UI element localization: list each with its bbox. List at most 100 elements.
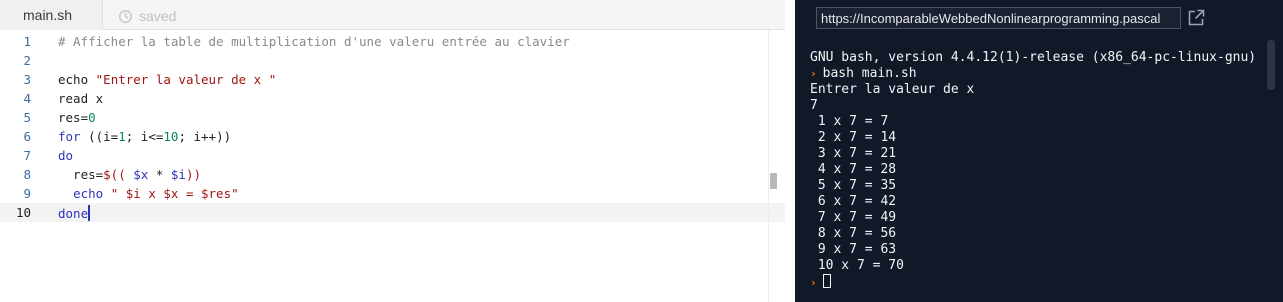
code-token: ((i= xyxy=(80,129,119,144)
terminal-text: bash main.sh xyxy=(822,66,917,81)
terminal-output-line: 10 x 7 = 70 xyxy=(810,258,1278,274)
code-line[interactable]: 1 # Afficher la table de multiplication d… xyxy=(0,32,785,51)
code-token: ; i<= xyxy=(125,129,164,144)
line-number: 2 xyxy=(23,53,31,68)
saved-status: saved xyxy=(118,7,176,25)
code-text[interactable]: echo "Entrer la valeur de x " xyxy=(58,72,276,87)
terminal-output[interactable]: GNU bash, version 4.4.12(1)-release (x86… xyxy=(810,50,1278,290)
code-editor[interactable]: 1 # Afficher la table de multiplication d… xyxy=(0,30,785,302)
code-token: do xyxy=(58,148,74,163)
code-token: 10 xyxy=(163,129,179,144)
editor-pane: main.sh saved 1 # Afficher la table de mu… xyxy=(0,0,785,302)
code-text[interactable]: done xyxy=(58,205,91,221)
code-line[interactable]: 10 done xyxy=(0,203,785,222)
terminal-text: Entrer la valeur de x xyxy=(810,82,975,97)
terminal-output-line: 8 x 7 = 56 xyxy=(810,226,1278,242)
code-text[interactable]: do xyxy=(58,148,73,163)
code-token: " $i x $x = $res" xyxy=(110,186,239,201)
editor-tab-bar: main.sh saved xyxy=(0,0,785,30)
code-text[interactable]: read x xyxy=(58,91,103,106)
code-token: $(( xyxy=(103,167,126,182)
code-token: $i xyxy=(170,167,186,182)
terminal-text: 10 x 7 = 70 xyxy=(810,258,904,273)
terminal-text: 1 x 7 = 7 xyxy=(810,114,889,129)
terminal-text: 6 x 7 = 42 xyxy=(810,194,897,209)
line-number: 6 xyxy=(23,129,31,144)
terminal-header: https://IncomparableWebbedNonlinearprogr… xyxy=(795,0,1283,36)
saved-clock-icon xyxy=(118,9,133,23)
code-line[interactable]: 7 do xyxy=(0,146,785,165)
line-number: 8 xyxy=(23,167,31,182)
terminal-scrollbar[interactable] xyxy=(1267,36,1275,302)
terminal-text: 7 x 7 = 49 xyxy=(810,210,897,225)
saved-label: saved xyxy=(139,8,177,24)
terminal-output-line: 4 x 7 = 28 xyxy=(810,162,1278,178)
code-line[interactable]: 2 xyxy=(0,51,785,70)
pane-divider[interactable] xyxy=(785,0,795,302)
terminal-text: 8 x 7 = 56 xyxy=(810,226,897,241)
terminal-pane[interactable]: https://IncomparableWebbedNonlinearprogr… xyxy=(795,0,1283,302)
line-number: 5 xyxy=(23,110,31,125)
terminal-output-line: 6 x 7 = 42 xyxy=(810,194,1278,210)
terminal-output-line: 5 x 7 = 35 xyxy=(810,178,1278,194)
terminal-output-line: 2 x 7 = 14 xyxy=(810,130,1278,146)
code-token: )) xyxy=(185,167,202,182)
code-text[interactable]: res=$(( $x * $i)) xyxy=(58,167,201,182)
code-token: * xyxy=(148,167,171,182)
editor-scrollbar[interactable] xyxy=(768,30,778,302)
code-line[interactable]: 6 for ((i=1; i<=10; i++)) xyxy=(0,127,785,146)
line-number: 3 xyxy=(23,72,31,87)
code-token: $x xyxy=(133,167,149,182)
terminal-prompt-line: › xyxy=(810,274,1278,290)
text-cursor xyxy=(88,205,91,221)
prompt-chevron-icon: › xyxy=(810,276,817,289)
code-token: 0 xyxy=(88,110,96,125)
code-token: done xyxy=(58,206,89,221)
terminal-text: 2 x 7 = 14 xyxy=(810,130,897,145)
terminal-text: 7 xyxy=(810,98,818,113)
code-text[interactable]: for ((i=1; i<=10; i++)) xyxy=(58,129,231,144)
code-token: "Entrer la valeur de x " xyxy=(95,72,277,87)
code-token: read x xyxy=(58,91,104,106)
code-token: res= xyxy=(58,110,89,125)
terminal-text: 3 x 7 = 21 xyxy=(810,146,897,161)
line-number: 1 xyxy=(23,34,31,49)
line-number: 4 xyxy=(23,91,31,106)
code-text[interactable]: res=0 xyxy=(58,110,96,125)
terminal-scrollbar-thumb[interactable] xyxy=(1267,40,1275,90)
code-line[interactable]: 9 echo " $i x $x = $res" xyxy=(0,184,785,203)
code-line[interactable]: 5 res=0 xyxy=(0,108,785,127)
file-tab-main-sh[interactable]: main.sh xyxy=(0,0,103,30)
code-text[interactable]: echo " $i x $x = $res" xyxy=(58,186,239,201)
external-link-icon[interactable] xyxy=(1186,8,1206,28)
line-number: 7 xyxy=(23,148,31,163)
code-token: 1 xyxy=(118,129,126,144)
code-token: # Afficher la table de multiplication d'… xyxy=(58,34,570,49)
terminal-output-line: 7 x 7 = 49 xyxy=(810,210,1278,226)
line-number: 9 xyxy=(23,186,31,201)
terminal-cursor[interactable] xyxy=(822,274,831,288)
code-token: ; i++)) xyxy=(178,129,232,144)
terminal-output-line: GNU bash, version 4.4.12(1)-release (x86… xyxy=(810,50,1278,66)
terminal-output-line: 7 xyxy=(810,98,1278,114)
code-line[interactable]: 8 res=$(( $x * $i)) xyxy=(0,165,785,184)
terminal-output-line: 9 x 7 = 63 xyxy=(810,242,1278,258)
line-number: 10 xyxy=(15,205,31,220)
terminal-prompt-line: › bash main.sh xyxy=(810,66,1278,82)
editor-scrollbar-thumb[interactable] xyxy=(770,173,777,189)
terminal-text: 9 x 7 = 63 xyxy=(810,242,897,257)
terminal-output-line: 3 x 7 = 21 xyxy=(810,146,1278,162)
code-text[interactable]: # Afficher la table de multiplication d'… xyxy=(58,34,570,49)
terminal-output-line: Entrer la valeur de x xyxy=(810,82,1278,98)
terminal-text: 4 x 7 = 28 xyxy=(810,162,897,177)
terminal-output-line: 1 x 7 = 7 xyxy=(810,114,1278,130)
prompt-chevron-icon: › xyxy=(810,67,817,80)
terminal-text: 5 x 7 = 35 xyxy=(810,178,897,193)
code-token: for xyxy=(58,129,81,144)
code-line[interactable]: 3 echo "Entrer la valeur de x " xyxy=(0,70,785,89)
repl-url-field[interactable]: https://IncomparableWebbedNonlinearprogr… xyxy=(816,7,1181,29)
code-token: echo xyxy=(58,72,96,87)
code-line[interactable]: 4 read x xyxy=(0,89,785,108)
